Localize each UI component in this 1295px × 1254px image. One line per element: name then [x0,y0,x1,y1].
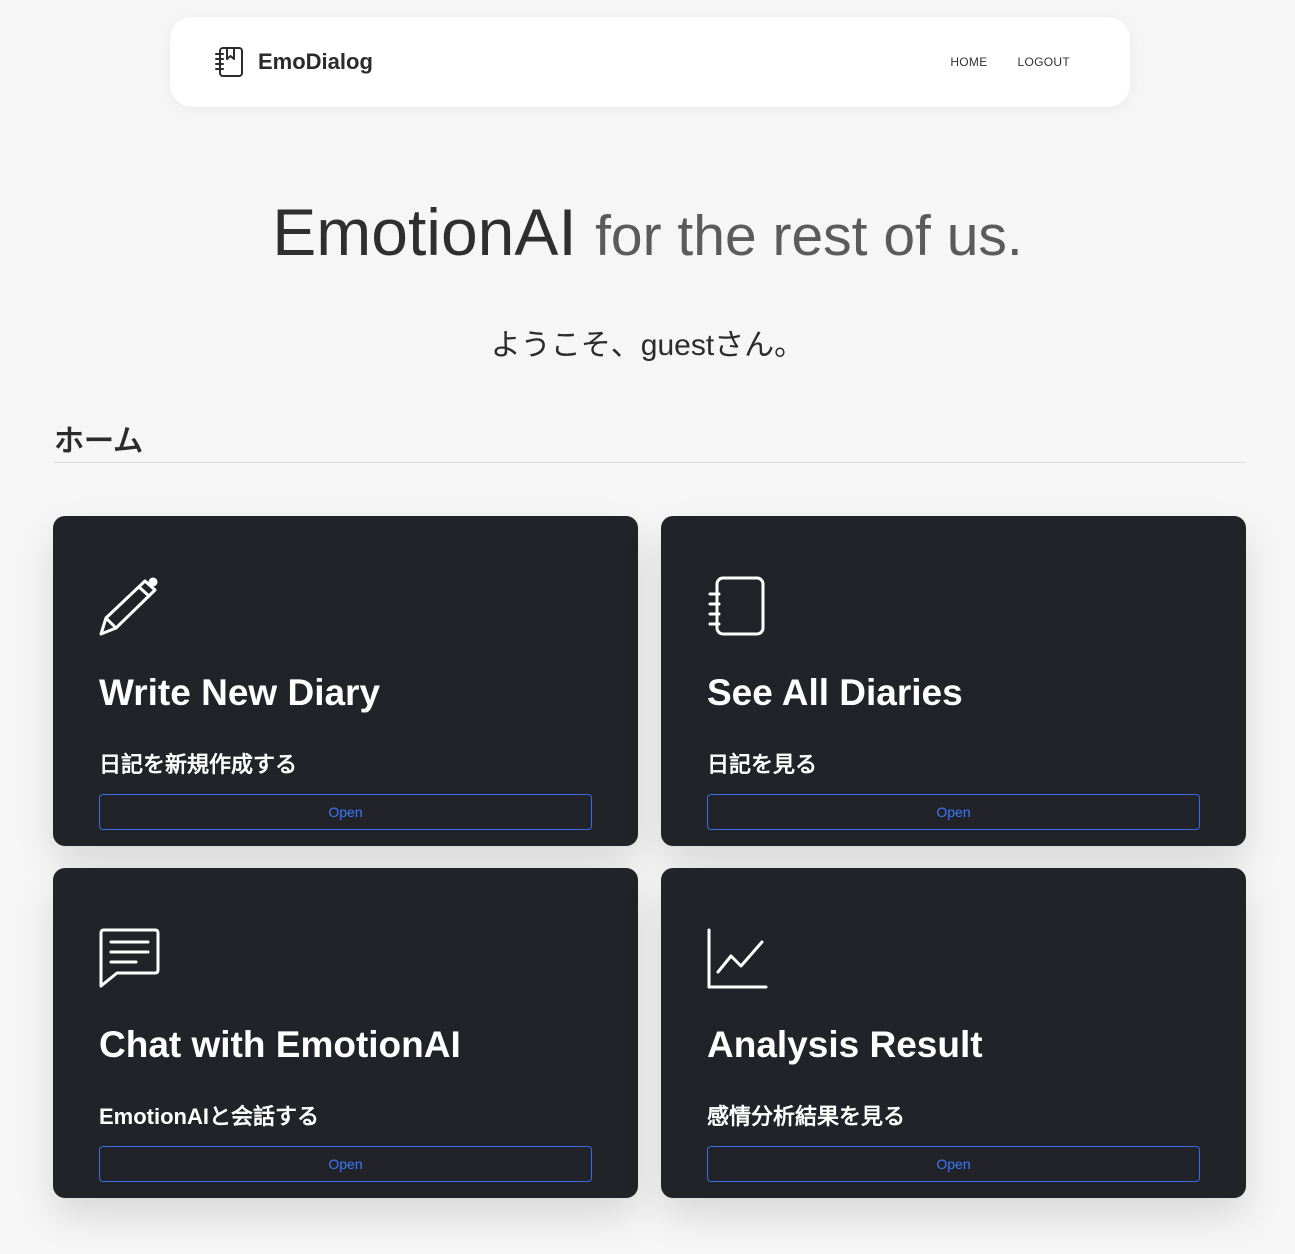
card-write-new-diary: Write New Diary 日記を新規作成する Open [53,516,638,846]
card-title: Analysis Result [707,1024,983,1065]
hero-main: EmotionAI [272,195,577,269]
open-button-see-diaries[interactable]: Open [707,794,1200,830]
section-divider [54,462,1245,463]
pencil-icon [99,576,161,638]
card-see-all-diaries: See All Diaries 日記を見る Open [661,516,1246,846]
hero-heading: EmotionAI for the rest of us. [0,196,1295,269]
card-description: 日記を見る [707,752,818,777]
card-description: 日記を新規作成する [99,752,298,777]
brand[interactable]: EmoDialog [214,46,373,78]
hero-sub: for the rest of us. [595,204,1023,268]
open-button-chat[interactable]: Open [99,1146,592,1182]
card-title: See All Diaries [707,672,963,713]
section-title: ホーム [54,425,144,458]
card-description: EmotionAIと会話する [99,1104,319,1129]
card-analysis-result: Analysis Result 感情分析結果を見る Open [661,868,1246,1198]
open-button-analysis[interactable]: Open [707,1146,1200,1182]
graph-up-icon [707,928,769,990]
nav-logout-link[interactable]: LOGOUT [1018,55,1070,69]
open-button-write-diary[interactable]: Open [99,794,592,830]
card-description: 感情分析結果を見る [707,1104,906,1129]
nav-home-link[interactable]: HOME [950,55,987,69]
card-title: Write New Diary [99,672,381,713]
brand-name: EmoDialog [258,49,373,74]
journal-icon [707,576,769,638]
card-chat-with-emotionai: Chat with EmotionAI EmotionAIと会話する Open [53,868,638,1198]
welcome-message: ようこそ、guestさん。 [490,329,805,362]
chat-icon [99,928,161,990]
navbar: EmoDialog HOME LOGOUT [170,17,1130,107]
card-title: Chat with EmotionAI [99,1024,461,1065]
journal-bookmark-icon [214,46,244,78]
nav-links: HOME LOGOUT [950,55,1070,69]
